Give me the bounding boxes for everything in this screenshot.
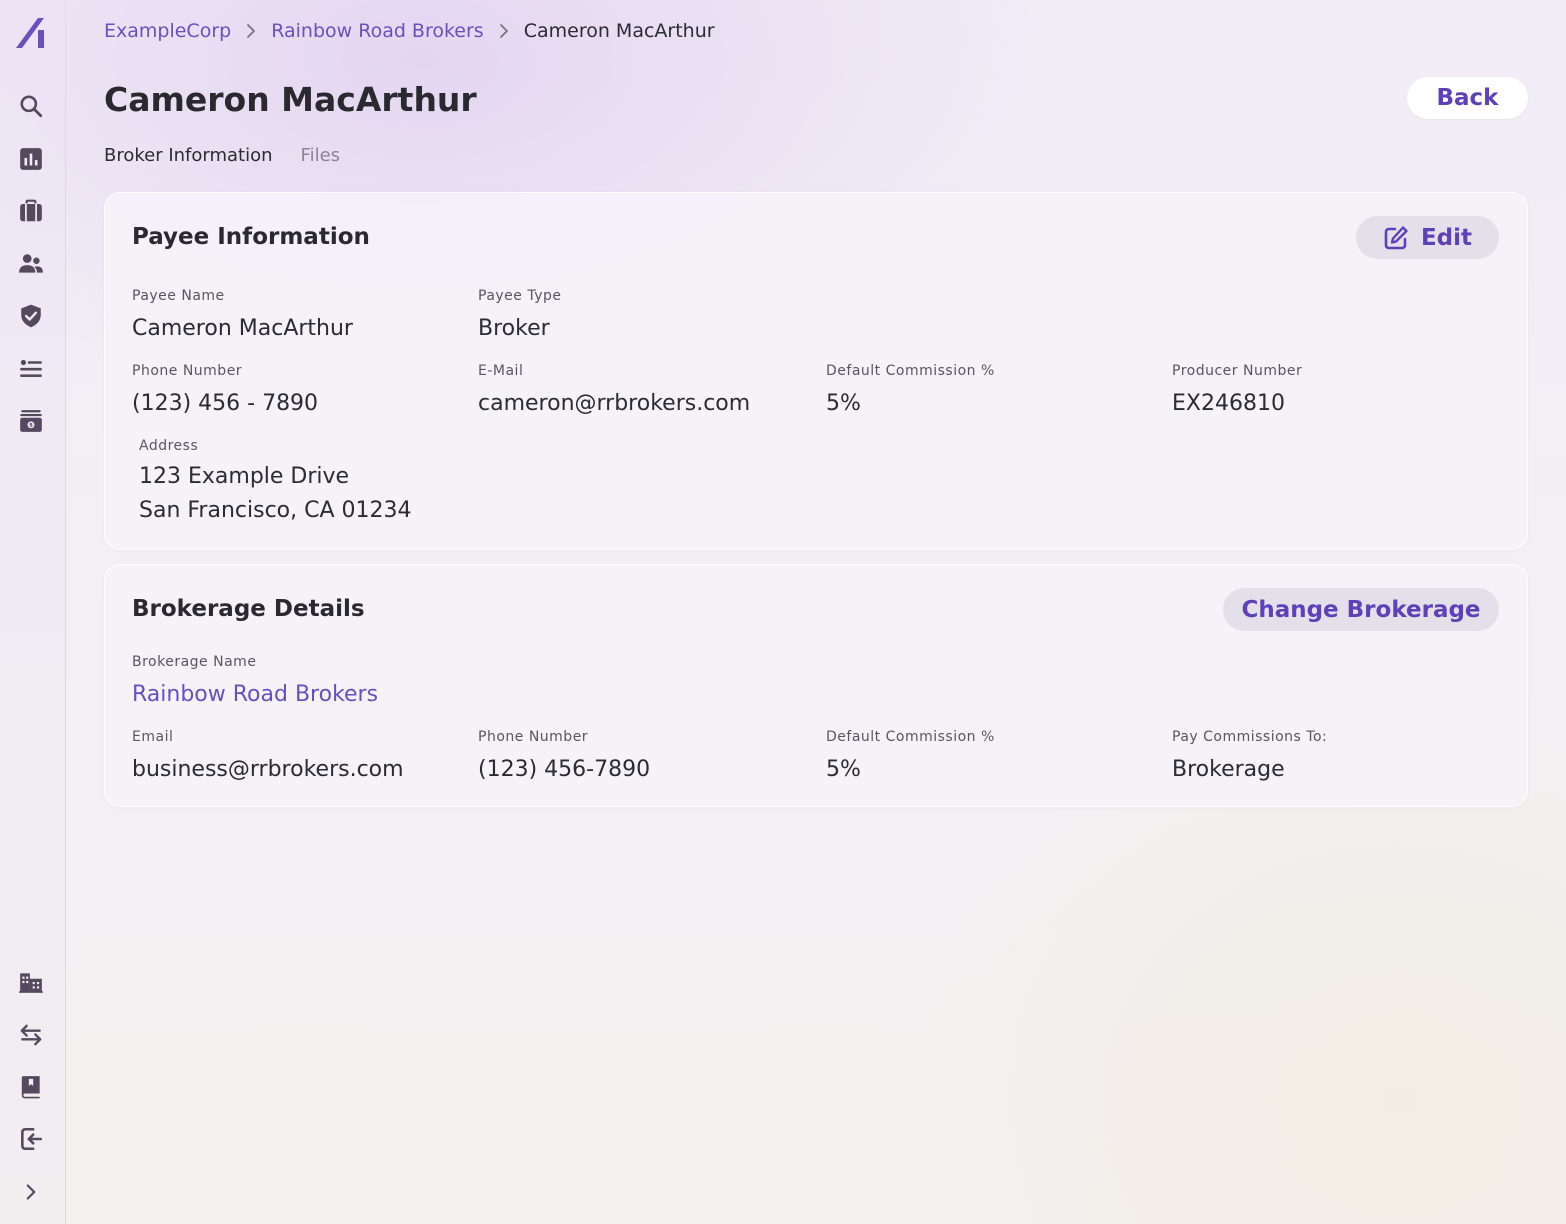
logout-icon[interactable] <box>15 1123 47 1155</box>
payee-commission-value: 5% <box>826 391 861 416</box>
brokerage-phone-field: Phone Number (123) 456-7890 <box>478 729 650 787</box>
svg-text:$: $ <box>29 423 33 429</box>
payee-email-value: cameron@rrbrokers.com <box>478 391 751 416</box>
brokerage-details-title: Brokerage Details <box>132 596 365 622</box>
brokerage-name-link[interactable]: Rainbow Road Brokers <box>132 678 378 712</box>
payee-name-label: Payee Name <box>132 288 225 304</box>
sidebar: $ <box>0 0 66 1224</box>
payee-phone-field: Phone Number (123) 456 - 7890 <box>132 363 318 421</box>
payee-type-field: Payee Type Broker <box>478 288 562 346</box>
breadcrumb-brokerage[interactable]: Rainbow Road Brokers <box>271 20 484 42</box>
brokerage-name-field: Brokerage Name Rainbow Road Brokers <box>132 654 378 712</box>
logo-icon[interactable] <box>14 16 48 50</box>
chart-icon[interactable] <box>15 143 47 175</box>
payee-name-value: Cameron MacArthur <box>132 316 353 341</box>
tab-bar: Broker Information Files <box>104 145 340 166</box>
edit-label: Edit <box>1420 224 1473 251</box>
payee-phone-label: Phone Number <box>132 363 243 379</box>
brokerage-commission-label: Default Commission % <box>826 729 995 745</box>
change-brokerage-button[interactable]: Change Brokerage <box>1223 588 1499 631</box>
pay-commissions-field: Pay Commissions To: Brokerage <box>1172 729 1327 787</box>
tab-files[interactable]: Files <box>301 145 341 166</box>
address-line2: San Francisco, CA 01234 <box>139 498 412 523</box>
breadcrumb: ExampleCorp Rainbow Road Brokers Cameron… <box>104 20 715 42</box>
payee-commission-field: Default Commission % 5% <box>826 363 995 421</box>
users-icon[interactable] <box>15 248 47 280</box>
buildings-icon[interactable] <box>15 966 47 998</box>
edit-icon <box>1383 225 1409 251</box>
payee-type-value: Broker <box>478 316 550 341</box>
brokerage-commission-field: Default Commission % 5% <box>826 729 995 787</box>
brokerage-email-field: Email business@rrbrokers.com <box>132 729 404 787</box>
briefcase-icon[interactable] <box>15 195 47 227</box>
payments-icon[interactable]: $ <box>15 405 47 437</box>
payee-email-label: E-Mail <box>478 363 524 379</box>
breadcrumb-current: Cameron MacArthur <box>523 20 715 42</box>
breadcrumb-examplecorp[interactable]: ExampleCorp <box>104 20 231 42</box>
chevron-right-icon <box>245 23 257 39</box>
payee-email-field: E-Mail cameron@rrbrokers.com <box>478 363 750 421</box>
address-label: Address <box>139 438 199 454</box>
payee-information-title: Payee Information <box>132 224 370 250</box>
brokerage-phone-value: (123) 456-7890 <box>478 757 651 782</box>
tab-broker-information[interactable]: Broker Information <box>104 145 273 166</box>
list-icon[interactable] <box>15 353 47 385</box>
edit-button[interactable]: Edit <box>1356 216 1499 259</box>
producer-number-field: Producer Number EX246810 <box>1172 363 1302 421</box>
payee-name-field: Payee Name Cameron MacArthur <box>132 288 353 346</box>
producer-number-label: Producer Number <box>1172 363 1303 379</box>
brokerage-phone-label: Phone Number <box>478 729 589 745</box>
producer-number-value: EX246810 <box>1172 391 1285 416</box>
brokerage-name-label: Brokerage Name <box>132 654 257 670</box>
brokerage-email-label: Email <box>132 729 174 745</box>
payee-phone-value: (123) 456 - 7890 <box>132 391 319 416</box>
payee-type-label: Payee Type <box>478 288 562 304</box>
address-field: Address 123 Example Drive San Francisco,… <box>139 438 412 528</box>
brokerage-email-value: business@rrbrokers.com <box>132 757 404 782</box>
payee-information-card: Payee Information Edit Payee Name Camero… <box>104 192 1528 550</box>
expand-icon[interactable] <box>15 1176 47 1208</box>
page-title: Cameron MacArthur <box>104 80 477 119</box>
address-line1: 123 Example Drive <box>139 464 350 489</box>
search-icon[interactable] <box>15 90 47 122</box>
back-button[interactable]: Back <box>1407 77 1528 119</box>
brokerage-commission-value: 5% <box>826 757 861 782</box>
brokerage-details-card: Brokerage Details Change Brokerage Broke… <box>104 564 1528 807</box>
transfer-icon[interactable] <box>15 1019 47 1051</box>
shield-icon[interactable] <box>15 300 47 332</box>
pay-commissions-value: Brokerage <box>1172 757 1285 782</box>
chevron-right-icon <box>498 23 510 39</box>
pay-commissions-label: Pay Commissions To: <box>1172 729 1328 745</box>
payee-commission-label: Default Commission % <box>826 363 995 379</box>
book-icon[interactable] <box>15 1071 47 1103</box>
